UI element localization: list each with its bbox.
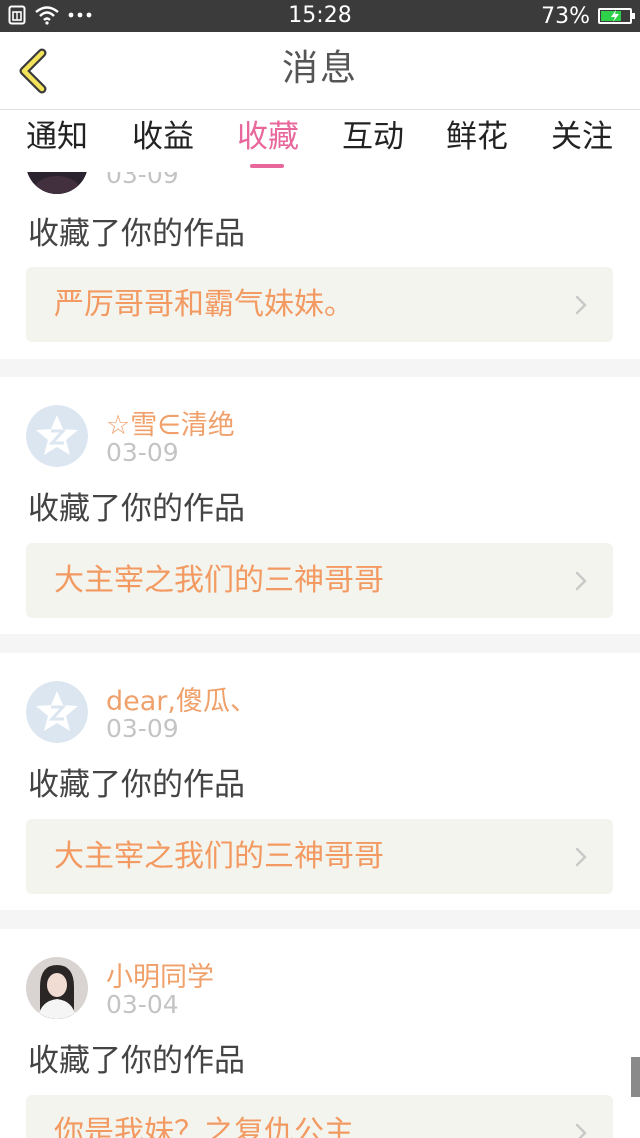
work-title: 大主宰之我们的三神哥哥 — [54, 563, 384, 598]
page-title: 消息 — [281, 48, 358, 89]
avatar[interactable] — [26, 681, 88, 743]
tab-active-indicator — [250, 164, 284, 168]
list-item: 03-09 收藏了你的作品 严厉哥哥和霸气妹妹。 — [0, 172, 640, 359]
tab-favorites[interactable]: 收藏 — [222, 110, 314, 172]
user-name[interactable]: dear,傻瓜、 — [106, 679, 257, 718]
work-link[interactable]: 你是我妹？之复仇公主 — [26, 1095, 613, 1138]
chevron-right-icon — [575, 295, 587, 315]
girl-photo-avatar-icon — [26, 957, 88, 1019]
user-name[interactable]: ☆雪∈清绝 — [106, 403, 235, 442]
avatar[interactable] — [26, 957, 88, 1019]
dark-photo-avatar-icon — [26, 172, 88, 194]
list-item: 小明同学 03-04 收藏了你的作品 你是我妹？之复仇公主 — [0, 929, 640, 1138]
tab-follows[interactable]: 关注 — [536, 110, 628, 172]
chevron-right-icon — [575, 571, 587, 591]
chevron-right-icon — [575, 847, 587, 867]
tab-earnings[interactable]: 收益 — [117, 110, 209, 172]
action-text: 收藏了你的作品 — [28, 1043, 245, 1079]
scrollbar[interactable] — [631, 1057, 640, 1097]
user-name[interactable]: 小明同学 — [106, 955, 214, 994]
tab-notifications[interactable]: 通知 — [11, 110, 103, 172]
tab-bar: 通知 收益 收藏 互动 鲜花 关注 — [0, 110, 640, 172]
status-bar: 15:28 73% — [0, 0, 640, 32]
work-title: 严厉哥哥和霸气妹妹。 — [54, 287, 354, 322]
status-icons-right: 73% — [541, 0, 635, 32]
tab-interactions[interactable]: 互动 — [327, 110, 419, 172]
list-item: ☆雪∈清绝 03-09 收藏了你的作品 大主宰之我们的三神哥哥 — [0, 377, 640, 634]
app-header: 消息 — [0, 32, 640, 110]
chevron-right-icon — [575, 1123, 587, 1138]
item-date: 03-09 — [106, 172, 179, 189]
action-text: 收藏了你的作品 — [28, 216, 245, 252]
list-item: dear,傻瓜、 03-09 收藏了你的作品 大主宰之我们的三神哥哥 — [0, 653, 640, 910]
battery-icon — [598, 8, 635, 24]
action-text: 收藏了你的作品 — [28, 491, 245, 527]
default-z-avatar-icon — [26, 405, 88, 467]
work-link[interactable]: 大主宰之我们的三神哥哥 — [26, 543, 613, 618]
tab-flowers[interactable]: 鲜花 — [431, 110, 523, 172]
item-date: 03-09 — [106, 714, 179, 743]
item-date: 03-09 — [106, 438, 179, 467]
battery-percent: 73% — [541, 3, 590, 29]
work-title: 你是我妹？之复仇公主 — [54, 1115, 354, 1138]
work-link[interactable]: 严厉哥哥和霸气妹妹。 — [26, 267, 613, 342]
work-link[interactable]: 大主宰之我们的三神哥哥 — [26, 819, 613, 894]
default-z-avatar-icon — [26, 681, 88, 743]
avatar[interactable] — [26, 172, 88, 194]
work-title: 大主宰之我们的三神哥哥 — [54, 839, 384, 874]
avatar[interactable] — [26, 405, 88, 467]
item-date: 03-04 — [106, 990, 179, 1019]
favorites-feed[interactable]: 03-09 收藏了你的作品 严厉哥哥和霸气妹妹。 ☆雪∈清绝 03-09 收藏了… — [0, 172, 640, 1138]
action-text: 收藏了你的作品 — [28, 767, 245, 803]
